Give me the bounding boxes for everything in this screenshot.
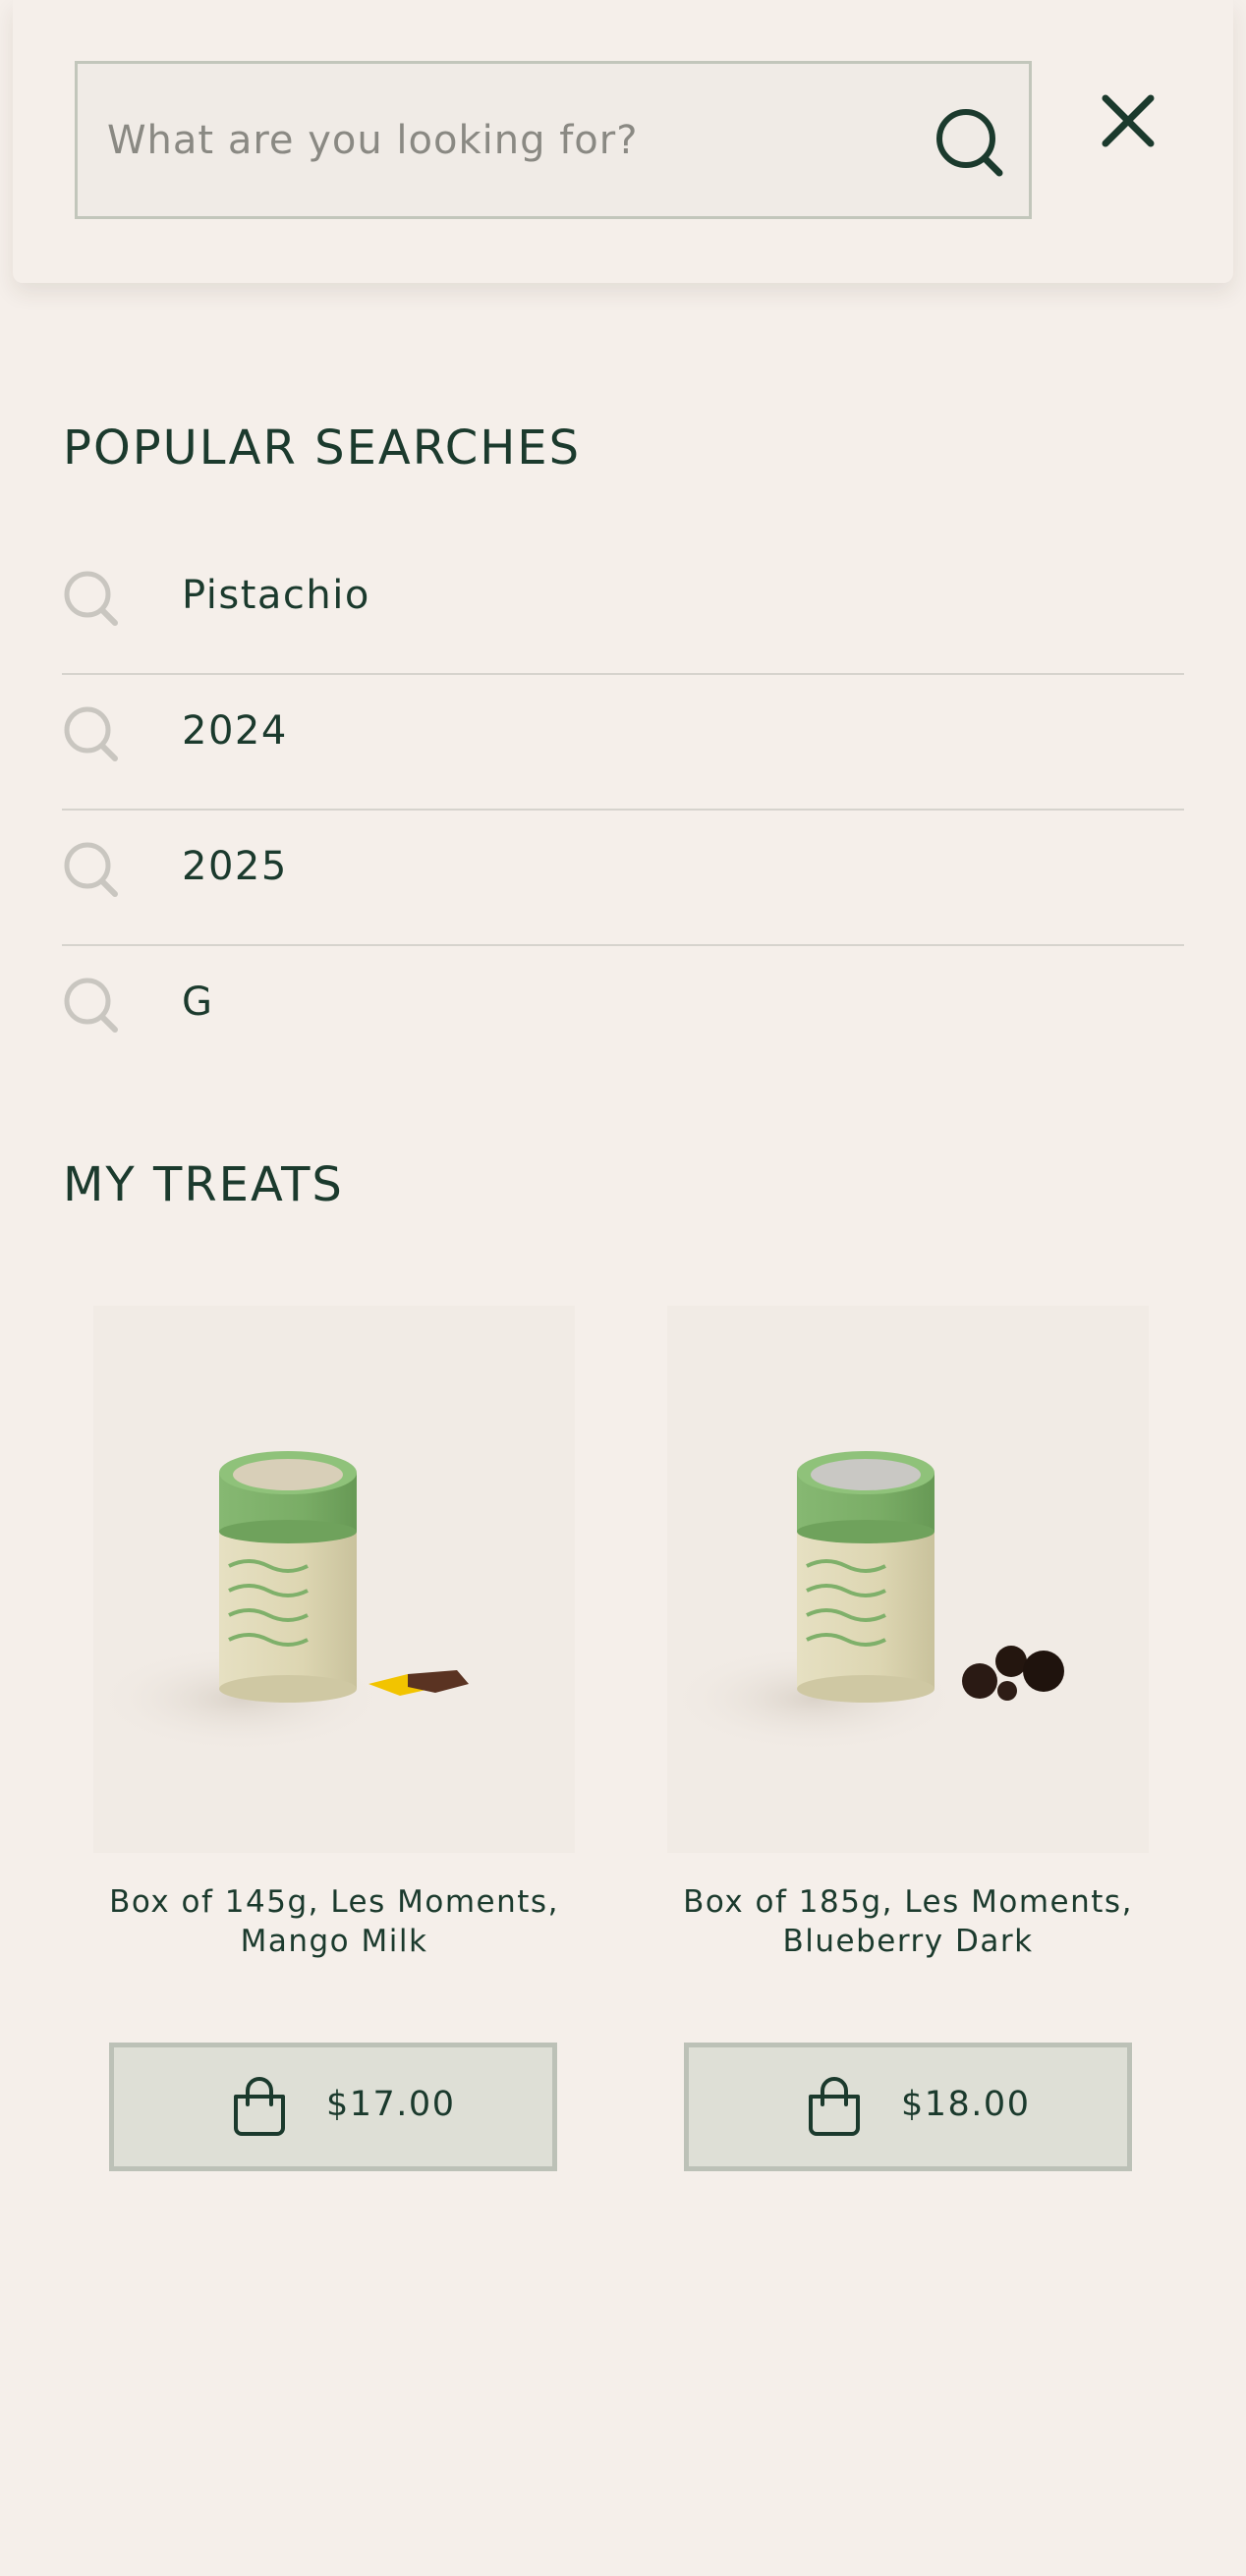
popular-search-label: G	[182, 980, 214, 1025]
magnifier-icon	[64, 978, 118, 1033]
product-card: Box of 185g, Les Moments, Blueberry Dark	[667, 1306, 1149, 1961]
product-name[interactable]: Box of 185g, Les Moments, Blueberry Dark	[667, 1882, 1149, 1961]
popular-search-item[interactable]: Pistachio	[62, 539, 1184, 675]
shopping-bag-icon	[234, 2077, 285, 2136]
mango-milk-box-image	[93, 1451, 469, 1753]
popular-search-label: 2025	[182, 844, 288, 889]
popular-searches-title: POPULAR SEARCHES	[63, 420, 582, 476]
search-button[interactable]	[933, 103, 1011, 182]
shopping-bag-icon	[809, 2077, 860, 2136]
product-card: Box of 145g, Les Moments, Mango Milk	[93, 1306, 575, 1961]
search-input[interactable]	[107, 64, 913, 216]
product-name-line: Box of 145g, Les Moments,	[109, 1884, 559, 1920]
magnifier-icon	[64, 842, 118, 897]
magnifier-icon	[936, 109, 1003, 177]
my-treats-title: MY TREATS	[63, 1157, 344, 1212]
popular-search-item[interactable]: 2024	[62, 675, 1184, 811]
product-name-line: Box of 185g, Les Moments,	[683, 1884, 1133, 1920]
product-name-line: Blueberry Dark	[782, 1924, 1034, 1959]
popular-searches-list: Pistachio 2024 2025 G	[62, 539, 1184, 1082]
popular-search-item[interactable]: G	[62, 946, 1184, 1082]
close-x-icon	[1102, 94, 1155, 147]
search-panel	[13, 0, 1233, 283]
close-search-button[interactable]	[1094, 86, 1162, 155]
product-image[interactable]	[93, 1306, 575, 1853]
popular-search-label: Pistachio	[182, 573, 370, 618]
magnifier-icon	[64, 706, 118, 761]
product-price: $18.00	[901, 2085, 1031, 2124]
product-name[interactable]: Box of 145g, Les Moments, Mango Milk	[93, 1882, 575, 1961]
product-image[interactable]	[667, 1306, 1149, 1853]
search-box	[75, 61, 1032, 219]
popular-search-label: 2024	[182, 708, 288, 754]
add-to-cart-button[interactable]: $18.00	[684, 2043, 1132, 2171]
product-price: $17.00	[326, 2085, 456, 2124]
add-to-cart-button[interactable]: $17.00	[109, 2043, 557, 2171]
product-name-line: Mango Milk	[240, 1924, 428, 1959]
magnifier-icon	[64, 571, 118, 626]
blueberry-dark-box-image	[667, 1451, 1064, 1753]
popular-search-item[interactable]: 2025	[62, 811, 1184, 946]
